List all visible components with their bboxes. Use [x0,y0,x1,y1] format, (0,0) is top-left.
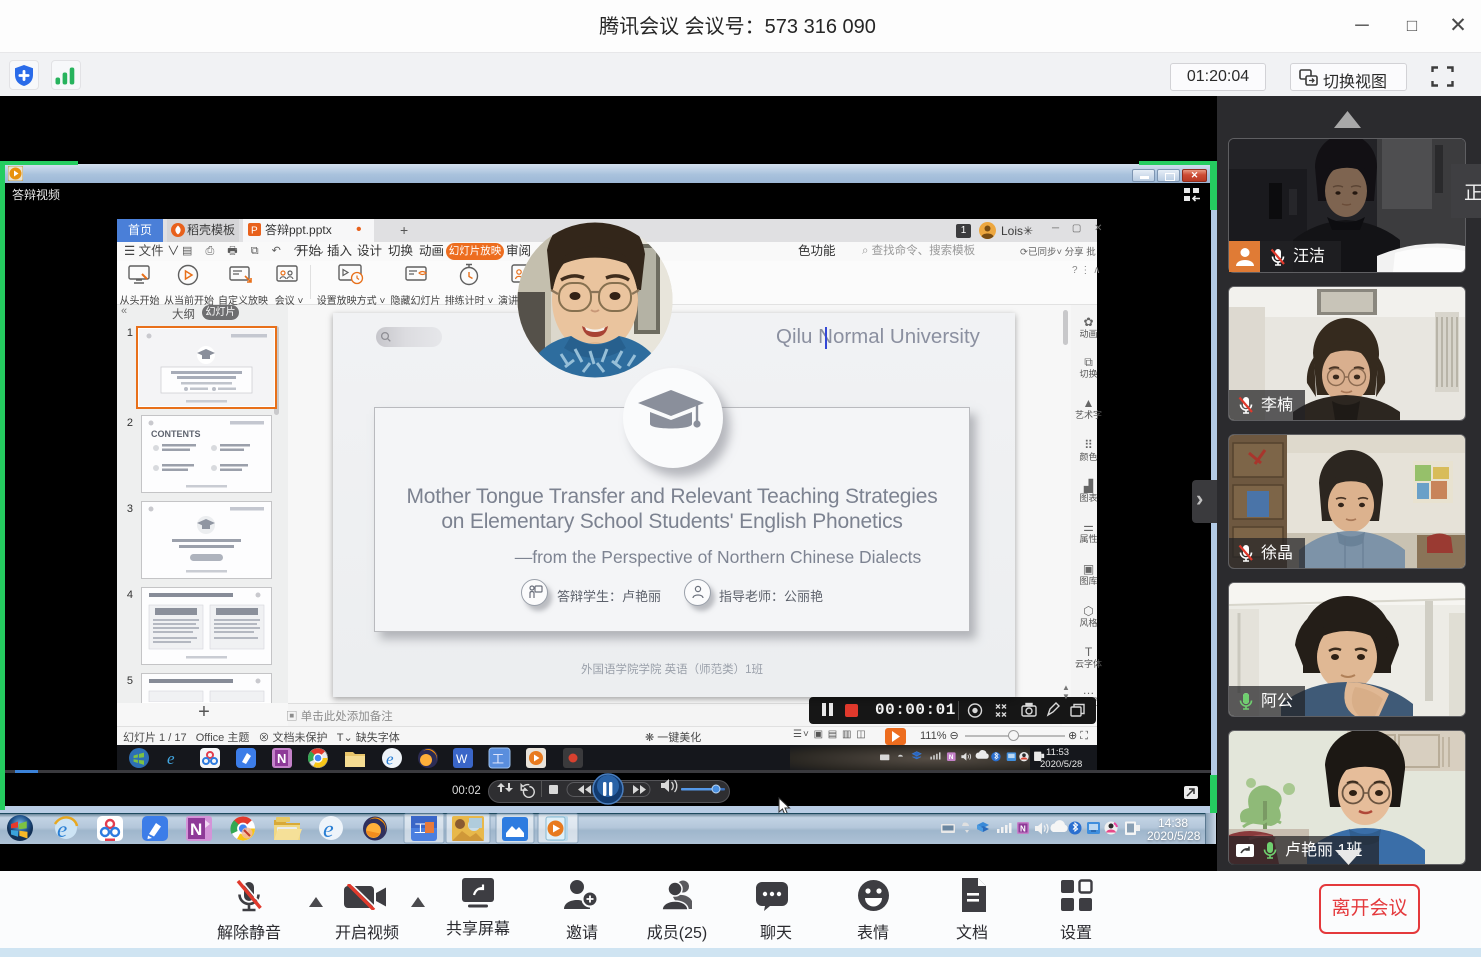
svg-text:e: e [323,817,334,843]
svg-text:e: e [386,750,394,769]
svg-text:N: N [949,754,954,761]
svg-text:W: W [456,752,468,766]
svg-text:CONTENTS: CONTENTS [151,429,201,439]
svg-text:工: 工 [492,752,504,766]
svg-text:e: e [167,749,175,768]
svg-text:P: P [251,226,258,237]
svg-text:N: N [1020,825,1026,834]
svg-text:N: N [190,820,202,839]
svg-text:N: N [277,751,286,766]
